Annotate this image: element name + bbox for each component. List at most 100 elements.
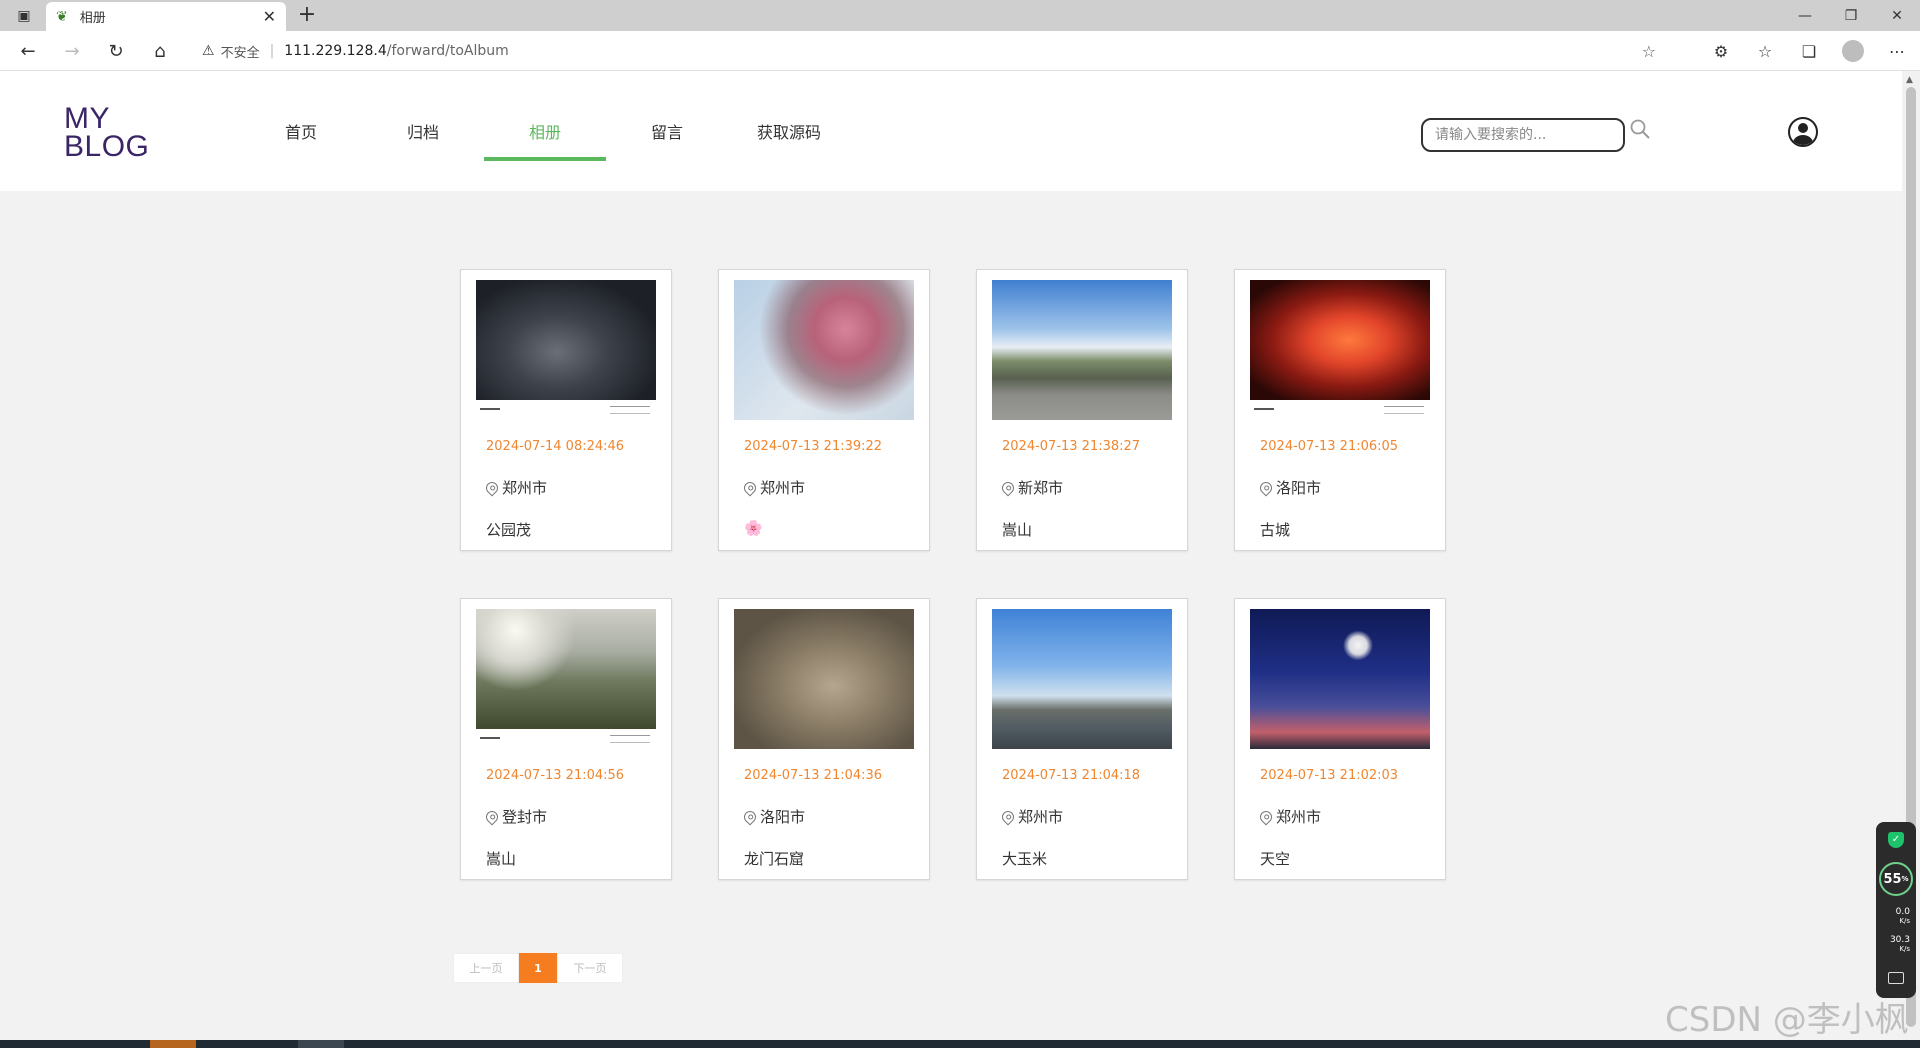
current-page-button[interactable]: 1 [519, 953, 557, 983]
album-card[interactable]: 2024-07-13 21:04:36 洛阳市 龙门石窟 [718, 598, 930, 880]
photo-date: 2024-07-13 21:04:56 [486, 768, 625, 783]
photo-watermark-strip [476, 400, 656, 420]
main-nav: 首页 归档 相册 留言 获取源码 [240, 71, 850, 191]
browser-toolbar: ← → ↻ ⌂ ⚠ 不安全 | 111.229.128.4 /forward/t… [0, 31, 1920, 71]
album-photo[interactable] [476, 280, 656, 420]
user-avatar-icon[interactable] [1788, 117, 1818, 147]
taskbar-app-active[interactable] [150, 1040, 196, 1048]
album-card[interactable]: 2024-07-13 21:06:05 洛阳市 古城 [1234, 269, 1446, 551]
cherry-blossom-photo [734, 280, 914, 420]
close-tab-icon[interactable]: ✕ [263, 7, 276, 26]
photo-location: 郑州市 [1257, 806, 1322, 827]
album-card[interactable]: 2024-07-14 08:24:46 郑州市 公园茂 [460, 269, 672, 551]
favorites-icon[interactable]: ☆ [1750, 38, 1780, 64]
security-label: 不安全 [220, 45, 260, 61]
nav-item-source-code[interactable]: 获取源码 [728, 71, 850, 191]
album-card[interactable]: 2024-07-13 21:38:27 新郑市 嵩山 [976, 269, 1188, 551]
prev-page-button[interactable]: 上一页 [453, 953, 519, 983]
photo-date: 2024-07-13 21:04:36 [744, 768, 883, 783]
more-menu-icon[interactable]: ⋯ [1882, 38, 1912, 64]
album-photo[interactable] [734, 609, 914, 749]
download-unit: K/s [1899, 945, 1910, 953]
address-separator: | [269, 43, 275, 59]
next-page-button[interactable]: 下一页 [557, 953, 623, 983]
site-logo[interactable]: MY BLOG [64, 104, 150, 163]
location-pin-icon [483, 479, 501, 496]
photo-caption: 嵩山 [1002, 521, 1033, 539]
location-name: 郑州市 [502, 479, 548, 497]
add-favorite-icon[interactable]: ☆ [1642, 42, 1656, 61]
album-photo[interactable] [476, 609, 656, 749]
album-photo[interactable] [1250, 280, 1430, 420]
restore-icon[interactable]: ❐ [1828, 0, 1874, 31]
photo-location: 登封市 [483, 806, 547, 827]
album-card[interactable]: 2024-07-13 21:39:22 郑州市 🌸 [718, 269, 930, 551]
nav-item-guestbook[interactable]: 留言 [606, 71, 728, 191]
photo-location: 洛阳市 [741, 806, 805, 827]
photo-date: 2024-07-13 21:04:18 [1002, 768, 1141, 783]
extensions-icon[interactable]: ⚙ [1706, 38, 1736, 64]
home-icon[interactable]: ⌂ [146, 38, 174, 64]
address-path: /forward/toAlbum [386, 43, 509, 59]
search-input[interactable] [1421, 118, 1625, 152]
back-icon[interactable]: ← [14, 38, 42, 64]
photo-date: 2024-07-13 21:38:27 [1002, 439, 1141, 454]
location-pin-icon [741, 808, 759, 825]
nav-item-album[interactable]: 相册 [484, 71, 606, 191]
upload-speed: 0.0 K/s [1882, 908, 1910, 926]
photo-caption: 大玉米 [1002, 850, 1048, 868]
photo-watermark-strip [1250, 400, 1430, 420]
tab-actions-icon[interactable]: ▣ [6, 4, 42, 28]
location-name: 郑州市 [1276, 808, 1322, 826]
location-pin-icon [999, 479, 1017, 496]
camera-icon[interactable] [1888, 972, 1904, 984]
forward-icon[interactable]: → [58, 38, 86, 64]
warning-icon: ⚠ [202, 43, 215, 59]
album-photo[interactable] [992, 280, 1172, 420]
upload-value: 0.0 [1895, 907, 1910, 917]
album-photo[interactable] [1250, 609, 1430, 749]
red-lantern-photo [1250, 280, 1430, 400]
photo-date: 2024-07-13 21:39:22 [744, 439, 883, 454]
mountain-cliff-photo [476, 609, 656, 729]
minimize-icon[interactable]: — [1782, 0, 1828, 31]
nav-item-archive[interactable]: 归档 [362, 71, 484, 191]
album-photo[interactable] [992, 609, 1172, 749]
collections-icon[interactable]: ❏ [1794, 38, 1824, 64]
cpu-gauge: 55% [1879, 862, 1913, 896]
new-tab-button[interactable]: + [294, 3, 320, 29]
shield-check-icon: ✓ [1888, 832, 1904, 848]
album-card[interactable]: 2024-07-13 21:04:18 郑州市 大玉米 [976, 598, 1188, 880]
profile-icon[interactable] [1838, 38, 1868, 64]
photo-location: 郑州市 [483, 477, 548, 498]
mountain-gate-photo [992, 280, 1172, 420]
taskbar-app[interactable] [298, 1040, 344, 1048]
scroll-up-icon[interactable]: ▲ [1906, 75, 1913, 85]
photo-location: 新郑市 [999, 477, 1064, 498]
user-body-shape [1793, 135, 1813, 145]
album-photo[interactable] [734, 280, 914, 420]
location-name: 新郑市 [1018, 479, 1064, 497]
location-pin-icon [483, 808, 501, 825]
gauge-percent-unit: % [1901, 875, 1909, 883]
photo-date: 2024-07-13 21:06:05 [1260, 439, 1399, 454]
location-name: 洛阳市 [1276, 479, 1322, 497]
corn-tower-photo [992, 609, 1172, 749]
site-header: MY BLOG 首页 归档 相册 留言 获取源码 [0, 71, 1902, 191]
logo-line-2: BLOG [64, 130, 150, 163]
photo-watermark-strip [476, 729, 656, 749]
download-speed: 30.3 K/s [1882, 936, 1910, 954]
os-taskbar [0, 1040, 1920, 1048]
system-monitor-widget[interactable]: ✓ 55% 0.0 K/s 30.3 K/s [1876, 822, 1916, 998]
csdn-watermark: CSDN @李小枫 [1665, 1000, 1909, 1040]
nav-item-home[interactable]: 首页 [240, 71, 362, 191]
album-card[interactable]: 2024-07-13 21:04:56 登封市 嵩山 [460, 598, 672, 880]
address-bar[interactable]: ⚠ 不安全 | 111.229.128.4 /forward/toAlbum ☆ [190, 35, 1666, 67]
profile-avatar [1842, 40, 1864, 62]
reload-icon[interactable]: ↻ [102, 38, 130, 64]
album-card[interactable]: 2024-07-13 21:02:03 郑州市 天空 [1234, 598, 1446, 880]
close-window-icon[interactable]: ✕ [1874, 0, 1920, 31]
photo-date: 2024-07-13 21:02:03 [1260, 768, 1399, 783]
browser-tab[interactable]: ❦ 相册 ✕ [46, 2, 286, 31]
search-icon[interactable] [1628, 117, 1656, 145]
